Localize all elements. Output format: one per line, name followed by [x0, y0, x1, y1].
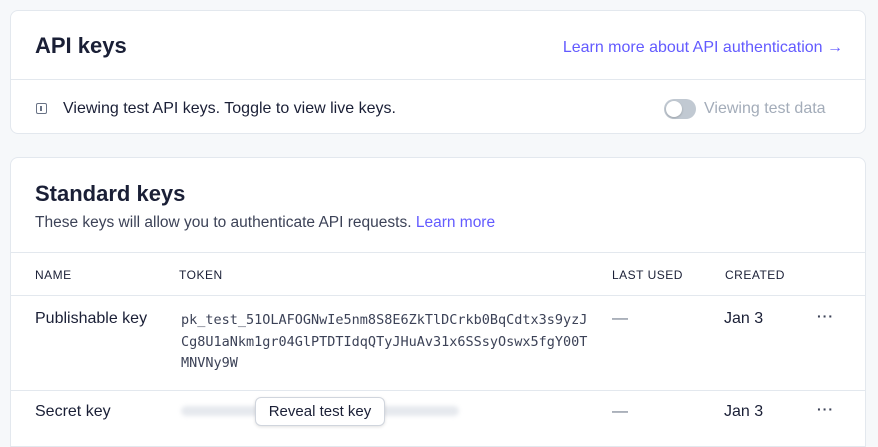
learn-more-link[interactable]: Learn more [416, 214, 495, 231]
toggle-label: Viewing test data [704, 100, 826, 117]
column-header-token: TOKEN [179, 268, 223, 282]
secret-key-created: Jan 3 [724, 403, 764, 420]
publishable-key-last-used: — [612, 310, 628, 327]
divider [11, 79, 865, 80]
standard-keys-card: Standard keys These keys will allow you … [10, 157, 866, 447]
publishable-key-name: Publishable key [35, 310, 148, 327]
standard-keys-title: Standard keys [35, 181, 186, 206]
publishable-key-created: Jan 3 [724, 310, 764, 327]
more-horizontal-icon[interactable]: ··· [817, 401, 834, 417]
learn-more-api-auth-link[interactable]: Learn more about API authentication → [563, 39, 843, 57]
test-keys-notice: Viewing test API keys. Toggle to view li… [63, 100, 396, 117]
more-horizontal-icon[interactable]: ··· [817, 308, 834, 324]
toggle-knob [666, 101, 682, 117]
test-data-toggle[interactable] [664, 99, 696, 119]
publishable-key-token[interactable]: pk_test_51OLAFOGNwIe5nm8S8E6ZkTlDCrkb0Bq… [181, 310, 591, 375]
secret-key-last-used: — [612, 403, 628, 420]
info-icon [36, 103, 47, 114]
reveal-test-key-button[interactable]: Reveal test key [255, 397, 385, 426]
api-keys-title: API keys [35, 33, 127, 58]
divider [11, 252, 865, 253]
api-keys-card: API keys Learn more about API authentica… [10, 10, 866, 134]
standard-keys-subtitle: These keys will allow you to authenticat… [35, 214, 495, 232]
column-header-created: CREATED [725, 268, 785, 282]
divider [11, 390, 865, 391]
secret-key-name: Secret key [35, 403, 111, 420]
divider [11, 295, 865, 296]
column-header-name: NAME [35, 268, 72, 282]
column-header-last-used: LAST USED [612, 268, 683, 282]
subtitle-text: These keys will allow you to authenticat… [35, 214, 412, 231]
